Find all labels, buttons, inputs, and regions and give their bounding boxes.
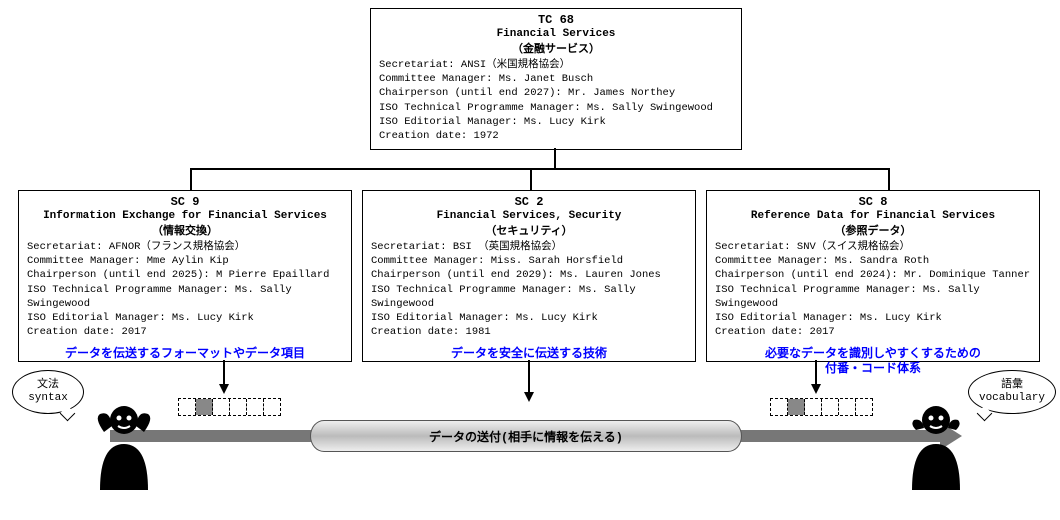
sc9-name-en: Information Exchange for Financial Servi… — [19, 210, 351, 222]
box-sc2: SC 2 Financial Services, Security （セキュリテ… — [362, 190, 696, 362]
box-tc68: TC 68 Financial Services （金融サービス） Secret… — [370, 8, 742, 150]
org-chart-canvas: TC 68 Financial Services （金融サービス） Secret… — [0, 0, 1060, 520]
sc2-name-jp: （セキュリティ） — [363, 222, 695, 238]
arrow-sc2-down-line — [528, 360, 530, 392]
sc8-name-jp: （参照データ） — [707, 222, 1039, 238]
connector-sc2-down — [530, 168, 532, 190]
sc8-details: Secretariat: SNV（スイス規格協会） Committee Mana… — [707, 238, 1039, 343]
person-sender-icon — [90, 400, 158, 490]
packet-left — [178, 398, 281, 416]
box-sc9: SC 9 Information Exchange for Financial … — [18, 190, 352, 362]
bubble-syntax-en: syntax — [28, 392, 68, 405]
bubble-vocabulary: 語彙 vocabulary — [968, 370, 1056, 414]
person-receiver-icon — [902, 400, 970, 490]
connector-tc-down — [554, 148, 556, 168]
arrow-sc2-down-head — [524, 392, 534, 402]
tc68-name-jp: （金融サービス） — [371, 40, 741, 56]
sc2-code: SC 2 — [363, 191, 695, 210]
box-sc8: SC 8 Reference Data for Financial Servic… — [706, 190, 1040, 362]
arrow-sc8-down-head — [811, 384, 821, 394]
connector-sc9-down — [190, 168, 192, 190]
bubble-syntax: 文法 syntax — [12, 370, 84, 414]
sc9-details: Secretariat: AFNOR（フランス規格協会） Committee M… — [19, 238, 351, 343]
arrow-sc9-down-line — [223, 360, 225, 384]
packet-right — [770, 398, 873, 416]
arrow-sc9-down-head — [219, 384, 229, 394]
connector-sc8-down — [888, 168, 890, 190]
connector-horizontal — [190, 168, 890, 170]
arrow-sc8-down-line — [815, 360, 817, 384]
sc8-name-en: Reference Data for Financial Services — [707, 210, 1039, 222]
sc9-summary: データを伝送するフォーマットやデータ項目 — [19, 343, 351, 362]
sc9-name-jp: （情報交換） — [19, 222, 351, 238]
sc2-details: Secretariat: BSI （英国規格協会） Committee Mana… — [363, 238, 695, 343]
flow-pipe-label: データの送付(相手に情報を伝える) — [429, 428, 623, 445]
tc68-name-en: Financial Services — [371, 28, 741, 40]
sc9-code: SC 9 — [19, 191, 351, 210]
tc68-code: TC 68 — [371, 9, 741, 28]
bubble-syntax-jp: 文法 — [37, 379, 59, 392]
sc2-name-en: Financial Services, Security — [363, 210, 695, 222]
tc68-details: Secretariat: ANSI（米国規格協会） Committee Mana… — [371, 56, 741, 147]
flow-pipe: データの送付(相手に情報を伝える) — [310, 420, 742, 452]
sc8-code: SC 8 — [707, 191, 1039, 210]
bubble-vocabulary-en: vocabulary — [979, 392, 1045, 405]
bubble-vocabulary-jp: 語彙 — [1001, 379, 1023, 392]
